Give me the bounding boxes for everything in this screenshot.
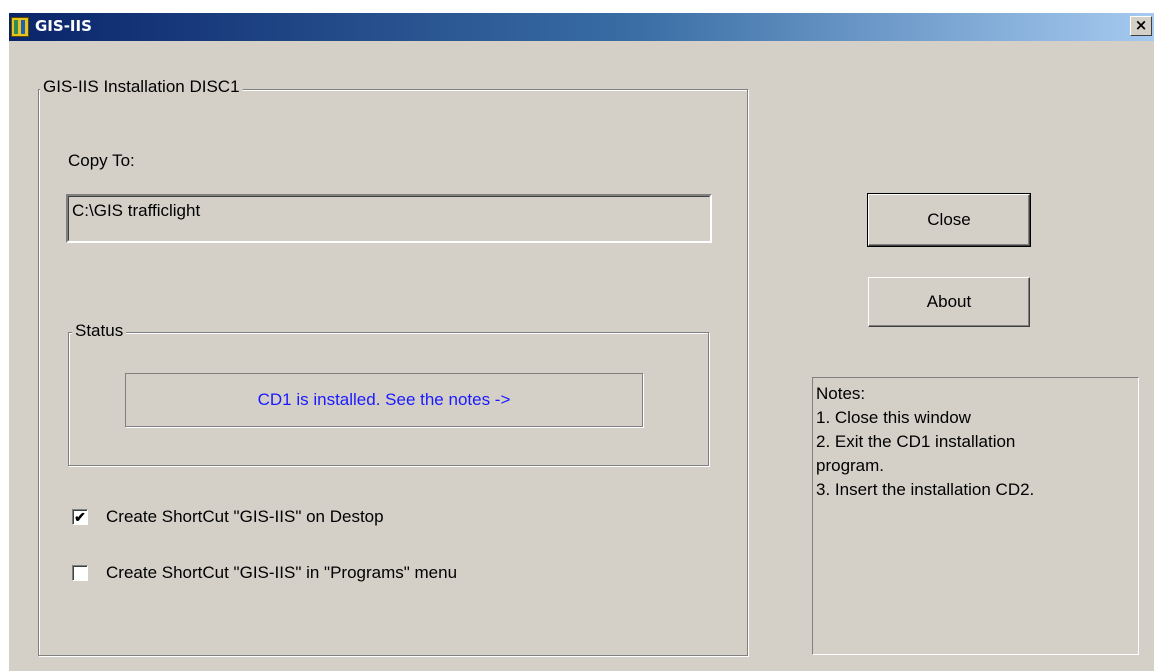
close-window-button[interactable]: ×: [1130, 16, 1152, 36]
app-icon: [11, 17, 29, 37]
installer-window: GIS-IIS × GIS-IIS Installation DISC1 Cop…: [9, 13, 1154, 671]
about-button-label: About: [926, 292, 972, 311]
status-message: CD1 is installed. See the notes ->: [257, 390, 511, 409]
about-button[interactable]: About: [868, 277, 1030, 327]
notes-line: 3. Insert the installation CD2.: [816, 480, 1035, 499]
notes-line: 2. Exit the CD1 installation: [816, 432, 1016, 451]
copy-to-label: Copy To:: [68, 151, 135, 170]
programs-shortcut-label[interactable]: Create ShortCut "GIS-IIS" in "Programs" …: [106, 563, 457, 583]
close-button[interactable]: Close: [867, 193, 1031, 247]
window-title: GIS-IIS: [35, 17, 92, 35]
copy-to-path-field[interactable]: C:\GIS trafficlight: [66, 194, 712, 243]
programs-shortcut-checkbox[interactable]: [72, 565, 88, 581]
copy-to-path-value: C:\GIS trafficlight: [72, 201, 201, 220]
desktop-shortcut-checkbox[interactable]: ✔: [72, 509, 88, 525]
notes-heading: Notes:: [816, 384, 866, 403]
notes-line: program.: [816, 456, 885, 475]
close-button-label: Close: [927, 210, 971, 229]
notes-line: 1. Close this window: [816, 408, 971, 427]
status-groupbox-legend: Status: [72, 321, 127, 341]
notes-panel: Notes: 1. Close this window 2. Exit the …: [812, 377, 1139, 655]
title-bar[interactable]: GIS-IIS ×: [9, 13, 1154, 41]
installation-groupbox-legend: GIS-IIS Installation DISC1: [40, 77, 243, 97]
desktop-shortcut-label[interactable]: Create ShortCut "GIS-IIS" on Destop: [106, 507, 384, 527]
status-message-box: CD1 is installed. See the notes ->: [125, 373, 643, 427]
